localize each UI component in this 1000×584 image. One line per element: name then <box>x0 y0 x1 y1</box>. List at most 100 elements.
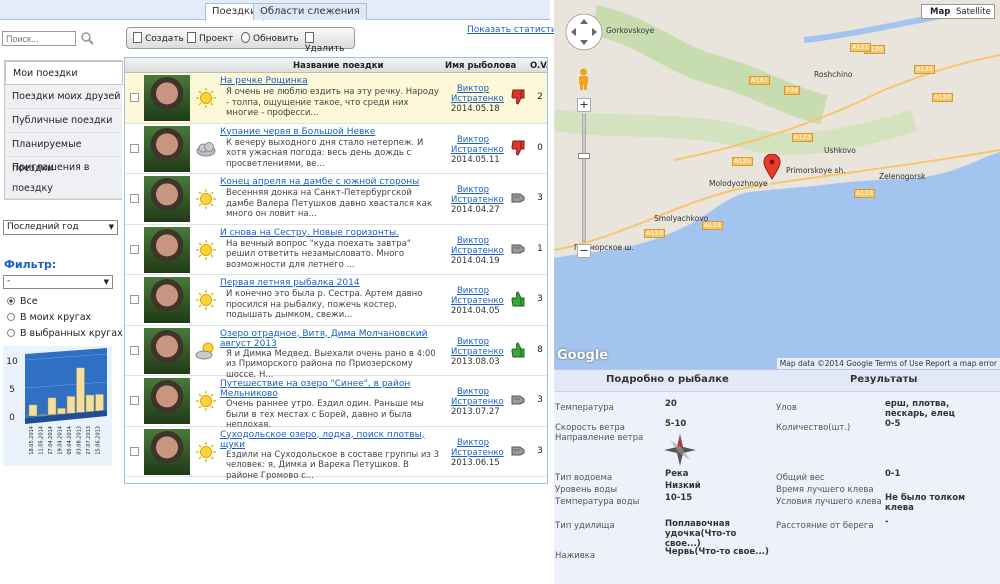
row-checkbox[interactable] <box>130 446 139 456</box>
road-label: A120 <box>914 65 935 74</box>
map-type-map-button[interactable]: Map <box>930 7 950 17</box>
row-checkbox[interactable] <box>130 194 139 203</box>
trip-title-link[interactable]: Озеро отрадное, Витя, Дима Молчановский … <box>220 329 442 349</box>
menu-item-my-trips[interactable]: Мои поездки <box>5 61 123 85</box>
sun-icon <box>195 239 217 261</box>
angler-link[interactable]: Виктор Истратенко <box>451 438 504 458</box>
result-value: 0-1 <box>885 469 901 479</box>
trip-title-link[interactable]: Первая летняя рыбалка 2014 <box>220 278 442 288</box>
chart-bar <box>76 367 85 413</box>
menu-item-friends-trips[interactable]: Поездки моих друзей <box>5 85 122 109</box>
pan-control-icon[interactable] <box>564 12 604 52</box>
detail-value: Червь(Что-то свое...) <box>665 547 769 557</box>
angler-link[interactable]: Виктор Истратенко <box>451 337 504 357</box>
angler-link[interactable]: Виктор Истратенко <box>451 135 504 155</box>
row-checkbox[interactable] <box>130 345 139 355</box>
row-checkbox[interactable] <box>130 93 139 102</box>
col-title-header[interactable]: Название поездки <box>293 61 383 71</box>
radio-selected-circles[interactable]: В выбранных кругах <box>7 328 123 339</box>
trip-title-link[interactable]: Путешествие на озеро "Синее", в район Ме… <box>220 379 442 399</box>
trip-title-link[interactable]: На речке Рощинка <box>220 76 442 86</box>
zoom-slider-handle[interactable] <box>578 153 590 159</box>
delete-button[interactable]: Удалить <box>305 32 354 54</box>
street-view-pegman-icon[interactable] <box>575 68 592 90</box>
map-footer[interactable]: Map data ©2014 Google Terms of Use Repor… <box>776 358 1000 369</box>
map-type-satellite-button[interactable]: Satellite <box>956 7 991 17</box>
details-title: Подробно о рыбалке <box>606 374 729 385</box>
create-button[interactable]: Создать <box>133 32 184 44</box>
thumbs-neutral-icon[interactable] <box>511 241 525 257</box>
table-row[interactable]: Конец апреля на дамбе с южной стороны Вес… <box>125 174 547 225</box>
radio-label: В выбранных кругах <box>20 328 123 339</box>
zoom-out-button[interactable]: − <box>577 244 591 258</box>
road-label: A123 <box>644 229 665 238</box>
radio-dot <box>7 313 15 321</box>
map[interactable]: Gorkovskoye Roshchino Ushkovo Zelenogors… <box>554 0 1000 369</box>
thumbs-neutral-icon[interactable] <box>511 190 525 206</box>
thumbs-down-icon[interactable] <box>511 140 525 156</box>
project-button[interactable]: Проект <box>187 32 233 44</box>
tab-bar: Поездки Области слежения <box>0 0 550 21</box>
chart-bar <box>85 394 95 413</box>
result-value: Не было толком клева <box>885 493 966 513</box>
detail-label: Наживка <box>555 551 596 561</box>
period-select[interactable]: Последний год ▼ <box>3 220 118 235</box>
zoom-control[interactable]: + − <box>577 98 591 258</box>
row-checkbox[interactable] <box>130 244 139 254</box>
show-statistics-link[interactable]: Показать статистику <box>467 25 568 35</box>
search-icon[interactable] <box>80 31 94 45</box>
map-place-label: Zelenogorsk <box>879 172 926 181</box>
angler-link[interactable]: Виктор Истратенко <box>451 286 504 306</box>
thumbs-up-icon[interactable] <box>511 291 525 307</box>
filter-title: Фильтр: <box>4 258 57 271</box>
detail-label: Направление ветра <box>555 433 644 443</box>
thumbs-up-icon[interactable] <box>511 341 525 358</box>
angler-link[interactable]: Виктор Истратенко <box>451 236 504 256</box>
result-label: Время лучшего клева <box>776 485 874 495</box>
col-angler-header[interactable]: Имя рыболова <box>445 61 516 71</box>
angler-link[interactable]: Виктор Истратенко <box>451 387 504 407</box>
thumbs-neutral-icon[interactable] <box>511 443 525 459</box>
menu-item-invitations[interactable]: Приглашения в поездку <box>5 157 122 199</box>
table-row[interactable]: На речке Рощинка Я очень не люблю ездить … <box>125 73 547 124</box>
trip-title-link[interactable]: Купание червя в Большой Невке <box>220 127 442 137</box>
detail-label: Температура <box>555 403 614 413</box>
table-row[interactable]: Первая летняя рыбалка 2014 И конечно это … <box>125 275 547 326</box>
thumbs-neutral-icon[interactable] <box>511 392 525 408</box>
ov-value: 8 <box>537 344 543 355</box>
road-label: A123 <box>854 189 875 198</box>
table-row[interactable]: Озеро отрадное, Витя, Дима Молчановский … <box>125 326 547 380</box>
filter-select[interactable]: - ▼ <box>3 275 113 289</box>
radio-all[interactable]: Все <box>7 296 38 307</box>
menu-item-public-trips[interactable]: Публичные поездки <box>5 109 122 133</box>
table-row[interactable]: И снова на Сестру. Новые горизонты. На ве… <box>125 225 547 275</box>
thumbs-down-icon[interactable] <box>511 89 525 105</box>
new-document-icon <box>133 32 142 43</box>
table-row[interactable]: Путешествие на озеро "Синее", в район Ме… <box>125 376 547 430</box>
zoom-in-button[interactable]: + <box>577 98 591 112</box>
table-row[interactable]: Купание червя в Большой Невке К вечеру вы… <box>125 124 547 174</box>
avatar <box>144 75 190 121</box>
trip-title-link[interactable]: Суходольское озеро, лодка, поиск плотвы,… <box>220 430 442 450</box>
angler-link[interactable]: Виктор Истратенко <box>451 185 504 205</box>
menu-item-planned-trips[interactable]: Планируемые поездки <box>5 133 122 174</box>
row-checkbox[interactable] <box>130 143 139 153</box>
search-input[interactable] <box>2 31 76 46</box>
zoom-slider-track[interactable] <box>578 114 590 242</box>
row-checkbox[interactable] <box>130 295 139 304</box>
detail-label: Тип водоема <box>555 473 613 483</box>
map-place-label: Primorskoye sh. <box>786 166 846 175</box>
row-checkbox[interactable] <box>130 396 139 405</box>
map-marker-icon[interactable] <box>763 154 781 180</box>
tab-tracking-areas[interactable]: Области слежения <box>253 3 367 20</box>
trip-title-link[interactable]: И снова на Сестру. Новые горизонты. <box>220 228 442 238</box>
wind-direction-compass-icon <box>664 434 696 466</box>
trip-title-link[interactable]: Конец апреля на дамбе с южной стороны <box>220 177 442 187</box>
col-ov-header[interactable]: O.V. <box>530 61 547 71</box>
table-row[interactable]: Суходольское озеро, лодка, поиск плотвы,… <box>125 427 547 481</box>
refresh-button[interactable]: Обновить <box>241 32 299 44</box>
radio-my-circles[interactable]: В моих кругах <box>7 312 91 323</box>
trip-date: 2014.05.18 <box>451 104 500 114</box>
map-place-label: Molodyozhnoye <box>709 179 768 188</box>
angler-link[interactable]: Виктор Истратенко <box>451 84 504 104</box>
